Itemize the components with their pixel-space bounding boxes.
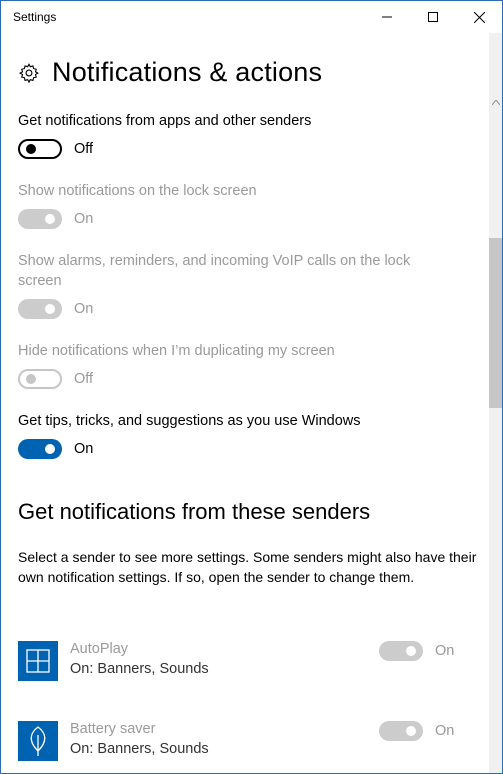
minimize-icon (382, 16, 392, 18)
senders-section-title: Get notifications from these senders (18, 499, 371, 524)
sender-name: Battery saver (70, 721, 156, 737)
minimize-button[interactable] (364, 1, 410, 33)
scroll-up-arrow[interactable] (489, 95, 502, 109)
toggle-state: Off (74, 141, 94, 157)
battery-saver-icon (18, 721, 58, 761)
toggle-switch (379, 641, 423, 661)
toggle-state: On (74, 211, 94, 227)
close-icon (473, 11, 485, 23)
window-title: Settings (13, 10, 57, 24)
gear-icon (18, 62, 40, 83)
sender-name: AutoPlay (70, 641, 129, 657)
senders-description: Select a sender to see more settings. So… (18, 549, 477, 585)
sender-toggle-autoplay: On (379, 641, 454, 661)
toggle-get-notifications[interactable]: Off (18, 139, 93, 159)
sender-autoplay[interactable]: AutoPlay On: Banners, Sounds On (18, 641, 478, 685)
setting-label-duplicating-screen: Hide notifications when I’m duplicating … (18, 343, 335, 359)
setting-label-alarms-voip: Show alarms, reminders, and incoming VoI… (18, 253, 411, 289)
sender-battery-saver[interactable]: Battery saver On: Banners, Sounds On (18, 721, 478, 765)
toggle-state: On (435, 723, 455, 739)
toggle-state: On (74, 441, 94, 457)
setting-label-lock-screen: Show notifications on the lock screen (18, 183, 257, 199)
toggle-switch (379, 721, 423, 741)
autoplay-icon (18, 641, 58, 681)
toggle-switch (18, 299, 62, 319)
page-title: Notifications & actions (52, 57, 323, 87)
setting-label-tips: Get tips, tricks, and suggestions as you… (18, 413, 361, 429)
setting-label-get-notifications: Get notifications from apps and other se… (18, 113, 312, 129)
scroll-thumb[interactable] (489, 238, 502, 408)
sender-detail: On: Banners, Sounds (70, 661, 209, 677)
toggle-state: On (74, 301, 94, 317)
toggle-duplicating-screen: Off (18, 369, 93, 389)
toggle-switch[interactable] (18, 139, 62, 159)
toggle-tips[interactable]: On (18, 439, 93, 459)
toggle-state: On (435, 643, 455, 659)
toggle-switch[interactable] (18, 439, 62, 459)
settings-window: Settings Notifications & actions Get not… (0, 0, 503, 774)
toggle-switch (18, 369, 62, 389)
vertical-scrollbar[interactable] (489, 33, 502, 773)
toggle-switch (18, 209, 62, 229)
page-header: Notifications & actions (18, 57, 322, 88)
sender-detail: On: Banners, Sounds (70, 741, 209, 757)
maximize-button[interactable] (410, 1, 456, 33)
settings-content: Notifications & actions Get notification… (1, 33, 489, 773)
toggle-lock-screen: On (18, 209, 93, 229)
chevron-up-icon (491, 99, 500, 105)
toggle-alarms-voip: On (18, 299, 93, 319)
maximize-icon (428, 12, 438, 22)
sender-toggle-battery-saver: On (379, 721, 454, 741)
toggle-state: Off (74, 371, 94, 387)
close-button[interactable] (456, 1, 502, 33)
title-bar: Settings (1, 1, 502, 33)
